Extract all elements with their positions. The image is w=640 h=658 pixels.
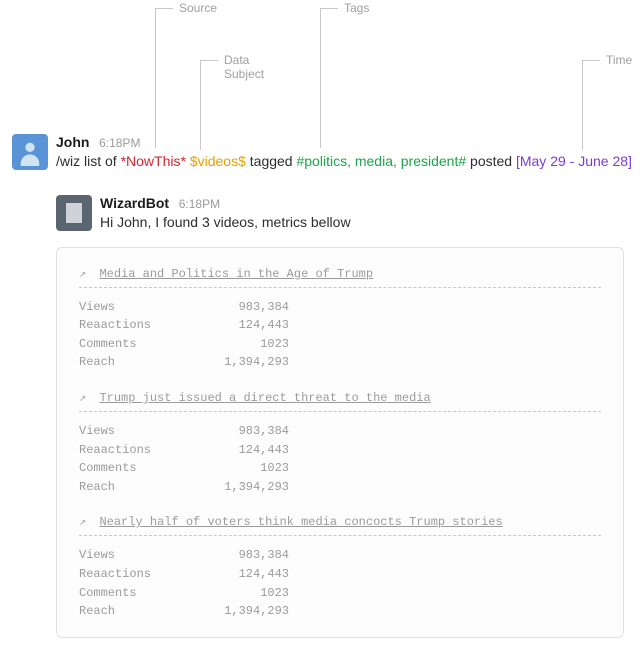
metric-value: 1,394,293 [199,353,289,372]
arrow-icon: ↗ [79,391,86,405]
metric-value: 124,443 [199,565,289,584]
bot-avatar [56,195,92,231]
arrow-icon: ↗ [79,515,86,529]
result-item: ↗ Media and Politics in the Age of Trump… [79,266,601,372]
metric-label: Reach [79,602,199,621]
subject-token: $videos$ [190,153,246,169]
metric-label: Reach [79,478,199,497]
metric-value: 983,384 [199,298,289,317]
result-title-link[interactable]: Media and Politics in the Age of Trump [99,267,373,281]
callout-tags: Tags [344,1,369,15]
callout-time: Time [606,53,632,67]
user-name: John [56,134,89,150]
bot-icon [66,203,82,223]
metric-value: 1023 [199,584,289,603]
metric-label: Views [79,546,199,565]
callout-data-subject: Data Subject [224,53,264,82]
metric-label: Reaactions [79,441,199,460]
callout-source: Source [179,1,217,15]
metric-label: Views [79,298,199,317]
metric-label: Reaactions [79,565,199,584]
person-icon [16,138,44,166]
user-time: 6:18PM [99,136,140,150]
result-item: ↗ Trump just issued a direct threat to t… [79,390,601,496]
bot-time: 6:18PM [179,197,220,211]
metric-label: Comments [79,459,199,478]
tagged-word: tagged [246,153,297,169]
metric-value: 1023 [199,459,289,478]
metric-label: Views [79,422,199,441]
metric-value: 1023 [199,335,289,354]
metric-value: 983,384 [199,422,289,441]
metric-label: Comments [79,335,199,354]
result-title-link[interactable]: Nearly half of voters think media concoc… [99,515,502,529]
bot-message-text: Hi John, I found 3 videos, metrics bello… [100,212,628,232]
result-item: ↗ Nearly half of voters think media conc… [79,514,601,620]
metric-value: 1,394,293 [199,602,289,621]
results-panel: ↗ Media and Politics in the Age of Trump… [56,247,624,638]
cmd-prefix: /wiz list of [56,153,121,169]
divider [79,411,601,412]
user-avatar [12,134,48,170]
metric-label: Reach [79,353,199,372]
result-title-link[interactable]: Trump just issued a direct threat to the… [99,391,430,405]
metric-value: 1,394,293 [199,478,289,497]
annotation-callouts: Source Data Subject Tags Time [0,0,640,130]
metric-value: 983,384 [199,546,289,565]
metric-value: 124,443 [199,441,289,460]
metric-label: Comments [79,584,199,603]
time-token: [May 29 - June 28] [516,153,632,169]
arrow-icon: ↗ [79,267,86,281]
user-message-text: /wiz list of *NowThis* $videos$ tagged #… [56,151,628,171]
posted-word: posted [466,153,516,169]
bot-message-row: WizardBot 6:18PM Hi John, I found 3 vide… [0,191,640,236]
divider [79,287,601,288]
divider [79,535,601,536]
metric-value: 124,443 [199,316,289,335]
bot-name: WizardBot [100,195,169,211]
source-token: *NowThis* [121,153,186,169]
metric-label: Reaactions [79,316,199,335]
tags-token: #politics, media, president# [296,153,466,169]
